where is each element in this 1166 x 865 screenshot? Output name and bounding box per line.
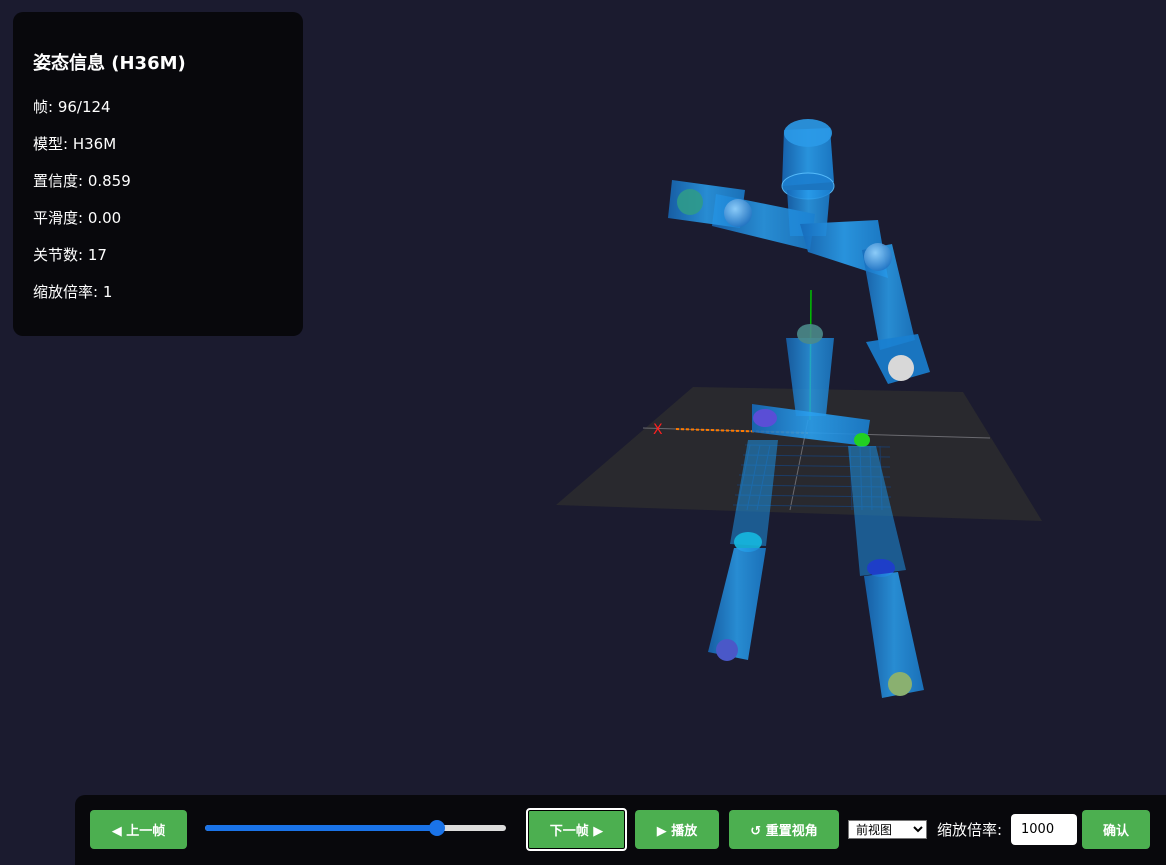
play-button[interactable]: ▶ 播放: [635, 810, 719, 849]
left-hip-joint: [753, 409, 777, 427]
slider-fill: [205, 825, 437, 831]
left-elbow-joint: [724, 199, 752, 227]
right-wrist-joint: [888, 355, 914, 381]
info-joint-count: 关节数: 17: [33, 246, 107, 264]
right-ankle-joint: [888, 672, 912, 696]
frame-slider[interactable]: [205, 819, 506, 836]
slider-thumb[interactable]: [429, 820, 445, 836]
zoom-label: 缩放倍率:: [937, 821, 1003, 839]
info-frame: 帧: 96/124: [33, 98, 111, 116]
info-model: 模型: H36M: [33, 135, 117, 153]
reset-view-button[interactable]: ↺ 重置视角: [729, 810, 839, 849]
info-title: 姿态信息 (H36M): [33, 53, 186, 74]
info-confidence: 置信度: 0.859: [33, 172, 131, 190]
head-joint: [784, 119, 832, 147]
confirm-button[interactable]: 确认: [1082, 810, 1150, 849]
left-ankle-joint: [716, 639, 738, 661]
prev-frame-button[interactable]: ◀ 上一帧: [90, 810, 187, 849]
spine-joint: [797, 324, 823, 344]
right-hip-joint: [854, 433, 870, 447]
left-shin-limb: [708, 548, 766, 660]
right-elbow-joint: [864, 243, 892, 271]
pose-info-panel: 姿态信息 (H36M) 帧: 96/124 模型: H36M 置信度: 0.85…: [13, 12, 303, 336]
info-smoothness: 平滑度: 0.00: [33, 209, 122, 227]
left-wrist-joint: [677, 189, 703, 215]
next-frame-button[interactable]: 下一帧 ▶: [526, 808, 627, 851]
view-select[interactable]: 前视图: [848, 820, 927, 839]
info-zoom-rate: 缩放倍率: 1: [33, 283, 113, 301]
x-axis-label: X: [653, 422, 663, 438]
zoom-input[interactable]: [1011, 814, 1077, 845]
playback-controls: ◀ 上一帧 下一帧 ▶ ▶ 播放 ↺ 重置视角 前视图 缩放倍率: 确认: [75, 795, 1166, 865]
